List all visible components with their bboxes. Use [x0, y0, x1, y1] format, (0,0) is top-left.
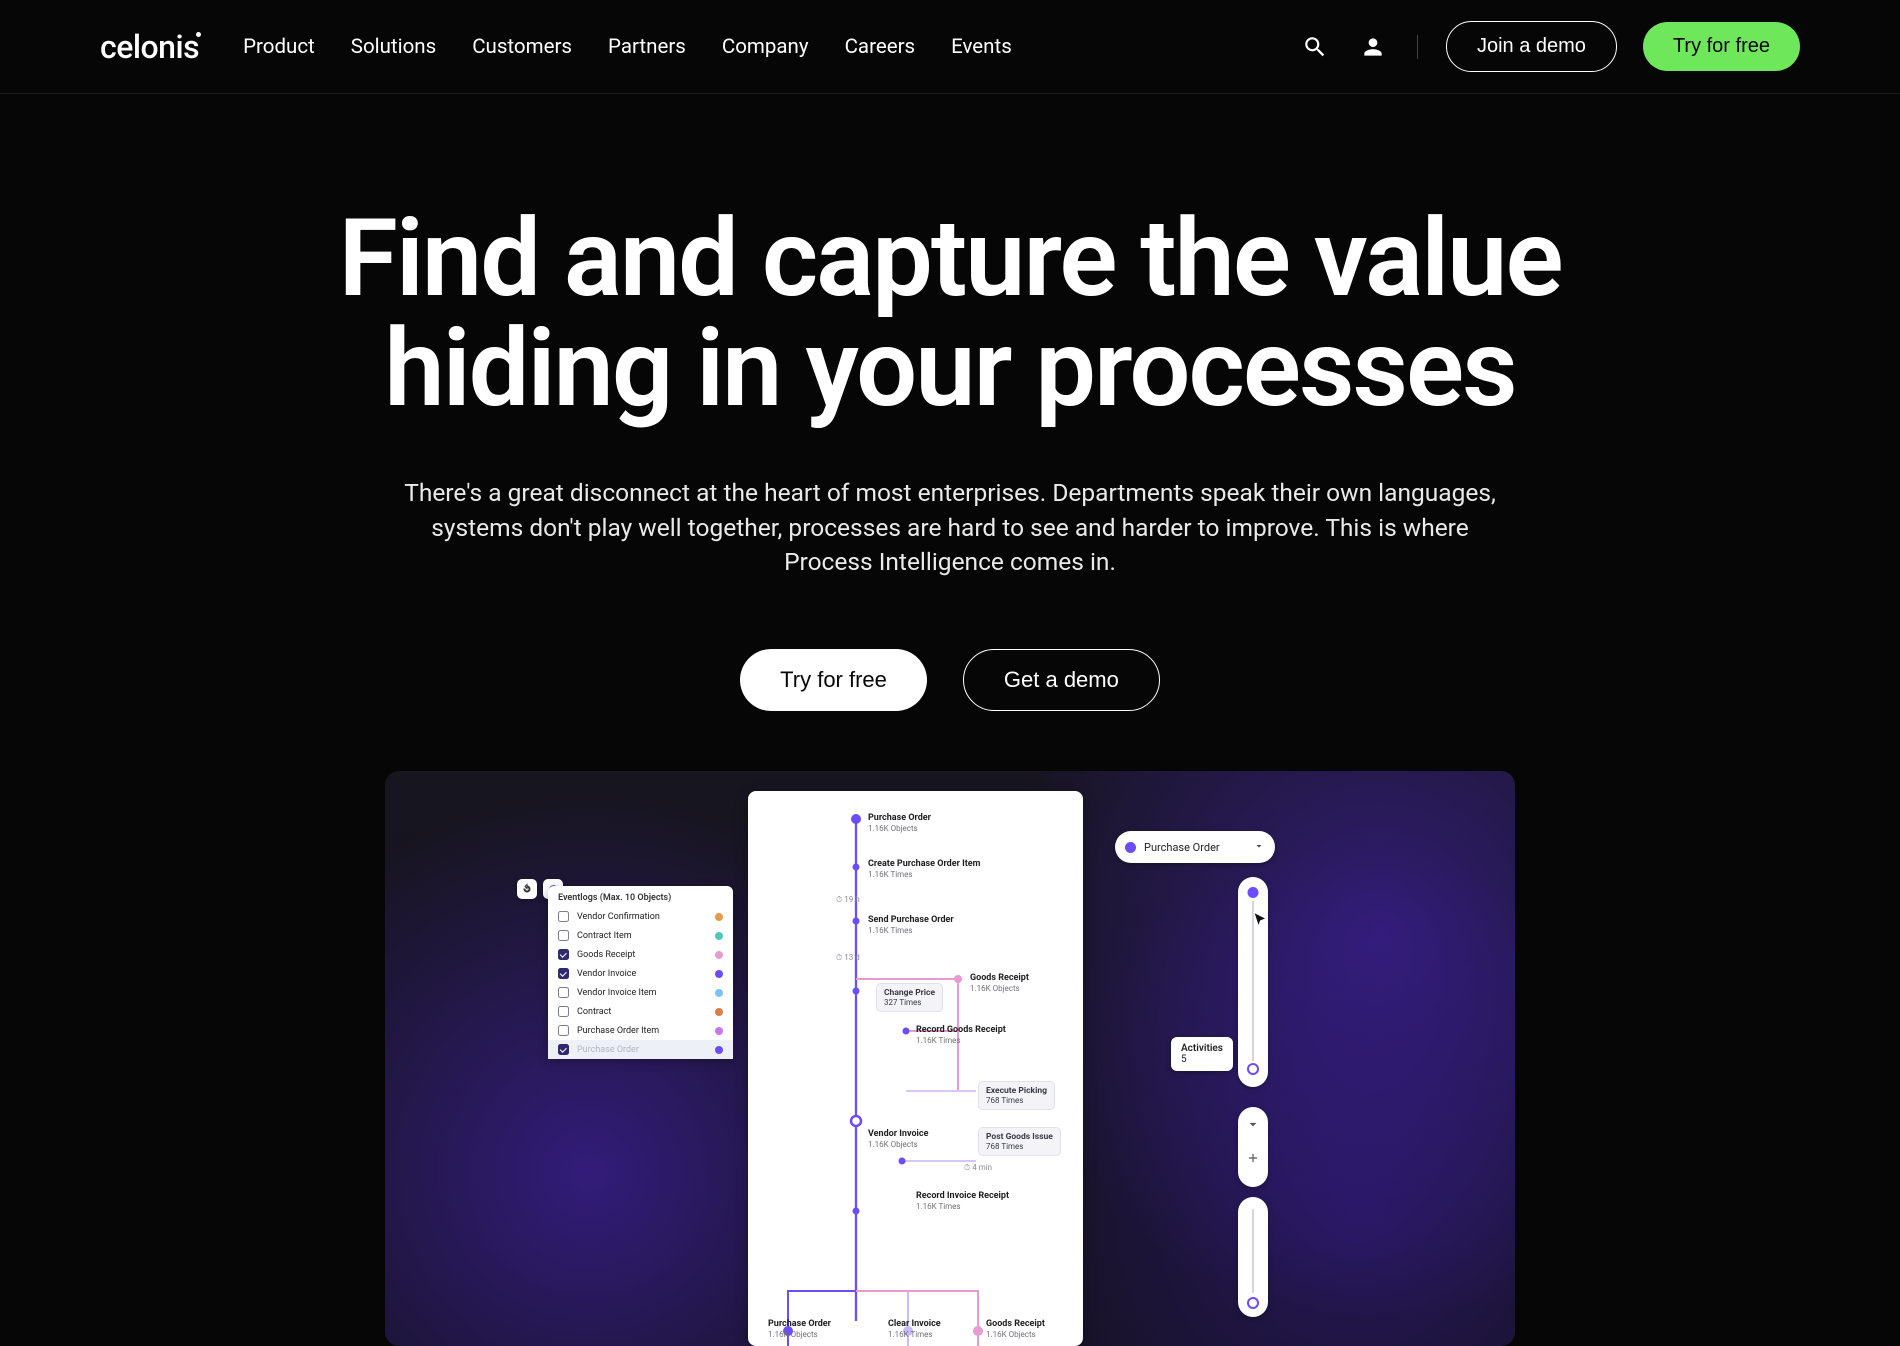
eventlogs-panel: Eventlogs (Max. 10 Objects) Vendor Confi…: [548, 886, 733, 1059]
arrow-down-icon: [1246, 1117, 1260, 1131]
hero-get-demo-button[interactable]: Get a demo: [963, 649, 1160, 711]
checkbox-icon[interactable]: [558, 1025, 569, 1036]
flow-node-goods-receipt-bottom: Goods Receipt1.16K Objects: [986, 1319, 1045, 1340]
eventlog-item[interactable]: Goods Receipt: [548, 945, 733, 964]
refresh-icon[interactable]: [517, 879, 537, 899]
eventlog-item-label: Contract Item: [577, 931, 632, 941]
account-icon[interactable]: [1357, 31, 1389, 63]
eventlog-item[interactable]: Purchase Order Item: [548, 1021, 733, 1040]
eventlog-item-label: Purchase Order: [577, 1045, 639, 1055]
color-dot-icon: [715, 970, 723, 978]
eventlog-item[interactable]: Vendor Confirmation: [548, 907, 733, 926]
plus-icon: [1246, 1151, 1260, 1165]
nav-customers[interactable]: Customers: [472, 35, 572, 59]
brand-wordmark: celonis: [100, 28, 199, 66]
eventlog-item[interactable]: Vendor Invoice: [548, 964, 733, 983]
eventlog-item[interactable]: Contract Item: [548, 926, 733, 945]
nav-company[interactable]: Company: [722, 35, 809, 59]
flow-edge-duration-2: ⏱ 13 d: [836, 953, 860, 963]
product-graphic: Eventlogs (Max. 10 Objects) Vendor Confi…: [385, 771, 1515, 1346]
search-icon[interactable]: [1299, 31, 1331, 63]
primary-nav: Product Solutions Customers Partners Com…: [243, 35, 1012, 59]
brand-dot-icon: [196, 32, 201, 37]
flow-node-vendor-invoice: Vendor Invoice1.16K Objects: [868, 1129, 928, 1150]
nav-solutions[interactable]: Solutions: [351, 35, 436, 59]
slider-handle-icon[interactable]: [1247, 1063, 1259, 1075]
eventlog-item[interactable]: Contract: [548, 1002, 733, 1021]
header-divider: [1417, 35, 1418, 59]
color-dot-icon: [715, 1046, 723, 1054]
eventlog-item-label: Goods Receipt: [577, 950, 635, 960]
flow-node-purchase-order-bottom: Purchase Order1.16K Objects: [768, 1319, 831, 1340]
nav-product[interactable]: Product: [243, 35, 315, 59]
header-actions: Join a demo Try for free: [1299, 21, 1800, 72]
zoom-handle-icon[interactable]: [1247, 1297, 1259, 1309]
eventlog-item-label: Contract: [577, 1007, 611, 1017]
flow-edge-duration-3: ⏱ 4 min: [964, 1163, 992, 1173]
checkbox-icon[interactable]: [558, 1044, 569, 1055]
object-color-dot-icon: [1125, 842, 1136, 853]
cursor-icon: [1251, 911, 1269, 929]
flow-node-record-invoice-receipt: Record Invoice Receipt1.16K Times: [916, 1191, 1009, 1212]
checkbox-icon[interactable]: [558, 1006, 569, 1017]
hero-title-line2: hiding in your processes: [384, 306, 1515, 432]
color-dot-icon: [715, 989, 723, 997]
site-header: celonis Product Solutions Customers Part…: [0, 0, 1900, 94]
eventlog-item-label: Purchase Order Item: [577, 1026, 659, 1036]
color-dot-icon: [715, 951, 723, 959]
hero-section: Find and capture the value hiding in you…: [0, 94, 1900, 711]
object-selector-chip[interactable]: Purchase Order: [1115, 831, 1275, 863]
join-demo-button[interactable]: Join a demo: [1446, 21, 1617, 72]
flow-node-purchase-order: Purchase Order1.16K Objects: [868, 813, 931, 834]
hero-title: Find and capture the value hiding in you…: [0, 204, 1900, 424]
eventlog-item-label: Vendor Confirmation: [577, 912, 660, 922]
checkbox-icon[interactable]: [558, 968, 569, 979]
zoom-down-button[interactable]: [1238, 1107, 1268, 1187]
checkbox-icon[interactable]: [558, 987, 569, 998]
flow-node-execute-picking: Execute Picking768 Times: [978, 1081, 1055, 1110]
nav-partners[interactable]: Partners: [608, 35, 686, 59]
activities-label: Activities: [1181, 1043, 1223, 1054]
hero-body: There's a great disconnect at the heart …: [385, 476, 1515, 579]
hero-title-line1: Find and capture the value: [338, 196, 1561, 322]
flow-node-create-po-item: Create Purchase Order Item1.16K Times: [868, 859, 980, 880]
flow-node-change-price: Change Price327 Times: [876, 983, 943, 1012]
color-dot-icon: [715, 1008, 723, 1016]
activities-value: 5: [1181, 1054, 1187, 1065]
detail-slider-track: [1238, 877, 1268, 1327]
try-free-button[interactable]: Try for free: [1643, 22, 1800, 71]
eventlog-item[interactable]: Vendor Invoice Item: [548, 983, 733, 1002]
checkbox-icon[interactable]: [558, 930, 569, 941]
hero-try-free-button[interactable]: Try for free: [740, 649, 927, 711]
nav-careers[interactable]: Careers: [845, 35, 916, 59]
eventlog-item-label: Vendor Invoice Item: [577, 988, 657, 998]
flow-node-send-po: Send Purchase Order1.16K Times: [868, 915, 954, 936]
activities-tooltip: Activities 5: [1171, 1037, 1233, 1071]
color-dot-icon: [715, 1027, 723, 1035]
zoom-slider[interactable]: [1238, 1197, 1268, 1317]
flow-node-record-goods-receipt: Record Goods Receipt1.16K Times: [916, 1025, 1006, 1046]
eventlog-item-label: Vendor Invoice: [577, 969, 636, 979]
flow-node-post-goods-issue: Post Goods Issue768 Times: [978, 1127, 1061, 1156]
object-selector-label: Purchase Order: [1144, 841, 1220, 854]
color-dot-icon: [715, 932, 723, 940]
eventlogs-heading: Eventlogs (Max. 10 Objects): [548, 886, 733, 907]
detail-slider[interactable]: [1238, 877, 1268, 1087]
checkbox-icon[interactable]: [558, 911, 569, 922]
flow-node-goods-receipt: Goods Receipt1.16K Objects: [970, 973, 1029, 994]
chevron-down-icon: [1253, 840, 1265, 855]
hero-ctas: Try for free Get a demo: [0, 649, 1900, 711]
process-flow-panel: Purchase Order1.16K Objects Create Purch…: [748, 791, 1083, 1346]
checkbox-icon[interactable]: [558, 949, 569, 960]
eventlog-item[interactable]: Purchase Order: [548, 1040, 733, 1059]
flow-edge-duration-1: ⏱ 19 h: [836, 895, 860, 905]
brand-logo[interactable]: celonis: [100, 28, 199, 66]
nav-events[interactable]: Events: [951, 35, 1012, 59]
color-dot-icon: [715, 913, 723, 921]
flow-node-clear-invoice: Clear Invoice1.16K Times: [888, 1319, 941, 1340]
